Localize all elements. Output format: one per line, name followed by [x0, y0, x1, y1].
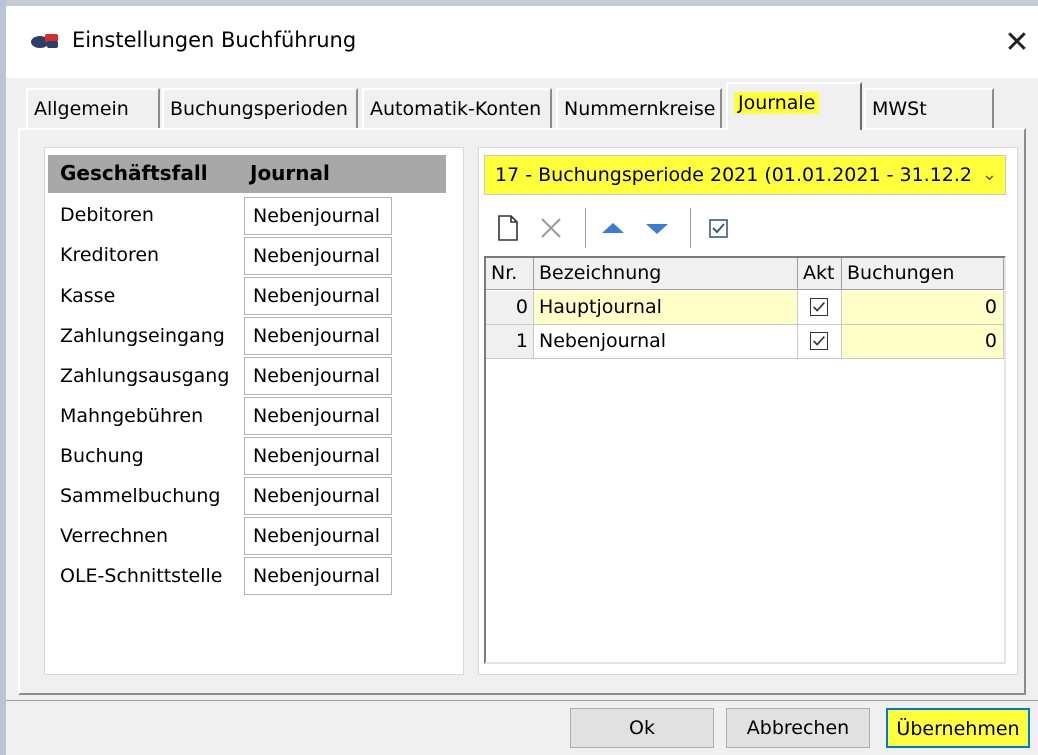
grid-header-buchungen[interactable]: Buchungen — [842, 258, 1004, 290]
mapping-row-label: Buchung — [60, 445, 144, 467]
mapping-row-journal-field[interactable]: Nebenjournal — [244, 477, 392, 515]
grid-cell-akt[interactable] — [798, 325, 842, 359]
mapping-row-journal-field[interactable]: Nebenjournal — [244, 357, 392, 395]
column-header-journal: Journal — [250, 161, 330, 185]
tab-label: Allgemein — [34, 98, 129, 120]
tab-nummernkreise[interactable]: Nummernkreise — [556, 88, 722, 128]
mapping-row-label: Sammelbuchung — [60, 485, 221, 507]
mapping-row-journal-field[interactable]: Nebenjournal — [244, 317, 392, 355]
ok-button[interactable]: Ok — [570, 708, 714, 748]
checkbox-toggle-icon[interactable] — [706, 212, 732, 244]
tab-automatik-konten[interactable]: Automatik-Konten — [362, 88, 552, 128]
tab-label: Automatik-Konten — [370, 98, 542, 120]
grid-header-akt[interactable]: Akt — [798, 258, 842, 290]
tab-label: Buchungsperioden — [170, 98, 348, 120]
grid-cell-bezeichnung[interactable]: Nebenjournal — [534, 325, 798, 359]
grid-cell-buchungen[interactable]: 0 — [842, 325, 1004, 359]
period-dropdown-value: 17 - Buchungsperiode 2021 (01.01.2021 - … — [495, 164, 973, 186]
grid-cell-akt[interactable] — [798, 291, 842, 325]
arrow-up-icon[interactable] — [598, 212, 628, 244]
mapping-row-journal-field[interactable]: Nebenjournal — [244, 197, 392, 235]
toolbar-separator — [585, 208, 586, 248]
mapping-table-header: Geschäftsfall Journal — [48, 155, 446, 193]
mapping-row-journal-field[interactable]: Nebenjournal — [244, 397, 392, 435]
tab-journale[interactable]: Journale — [726, 82, 862, 130]
mapping-row-journal-field[interactable]: Nebenjournal — [244, 237, 392, 275]
cancel-button[interactable]: Abbrechen — [726, 708, 870, 748]
mapping-row-label: Mahngebühren — [60, 405, 204, 427]
mapping-row-journal-field[interactable]: Nebenjournal — [244, 437, 392, 475]
period-dropdown[interactable]: 17 - Buchungsperiode 2021 (01.01.2021 - … — [484, 155, 1006, 195]
mapping-row-journal-field[interactable]: Nebenjournal — [244, 517, 392, 555]
grid-header-nr[interactable]: Nr. — [486, 258, 534, 290]
grid-cell-buchungen[interactable]: 0 — [842, 291, 1004, 325]
mapping-row-journal-field[interactable]: Nebenjournal — [244, 277, 392, 315]
checkbox-checked-icon[interactable] — [810, 332, 828, 350]
mapping-row-label: Zahlungseingang — [60, 325, 225, 347]
app-logo-icon — [31, 34, 58, 48]
tab-buchungsperioden[interactable]: Buchungsperioden — [162, 88, 358, 128]
toolbar-separator — [690, 208, 691, 248]
mapping-row-label: Verrechnen — [60, 525, 169, 547]
arrow-down-icon[interactable] — [642, 212, 672, 244]
tab-mwst[interactable]: MWSt — [864, 88, 994, 128]
apply-button[interactable]: Übernehmen — [886, 708, 1030, 748]
mapping-row-label: Zahlungsausgang — [60, 365, 230, 387]
column-header-geschaeftsfall: Geschäftsfall — [60, 161, 208, 185]
checkbox-checked-icon[interactable] — [810, 298, 828, 316]
tab-label: Journale — [734, 92, 820, 114]
grid-cell-bezeichnung[interactable]: Hauptjournal — [534, 291, 798, 325]
mapping-row-label: OLE-Schnittstelle — [60, 565, 223, 587]
new-document-icon[interactable] — [496, 212, 520, 244]
grid-cell-nr[interactable]: 0 — [486, 291, 534, 325]
delete-icon[interactable] — [536, 212, 566, 244]
tab-allgemein[interactable]: Allgemein — [26, 88, 160, 128]
tab-label: MWSt — [872, 98, 927, 120]
chevron-down-icon: ⌄ — [981, 164, 997, 185]
mapping-row-journal-field[interactable]: Nebenjournal — [244, 557, 392, 595]
button-bar-separator — [6, 700, 1038, 701]
mapping-row-label: Debitoren — [60, 204, 154, 226]
close-button[interactable]: ✕ — [996, 18, 1038, 70]
grid-header-bezeichnung[interactable]: Bezeichnung — [534, 258, 798, 290]
mapping-row-label: Kreditoren — [60, 244, 160, 266]
grid-cell-nr[interactable]: 1 — [486, 325, 534, 359]
mapping-row-label: Kasse — [60, 285, 116, 307]
tab-label: Nummernkreise — [564, 98, 716, 120]
window-title: Einstellungen Buchführung — [72, 28, 357, 52]
